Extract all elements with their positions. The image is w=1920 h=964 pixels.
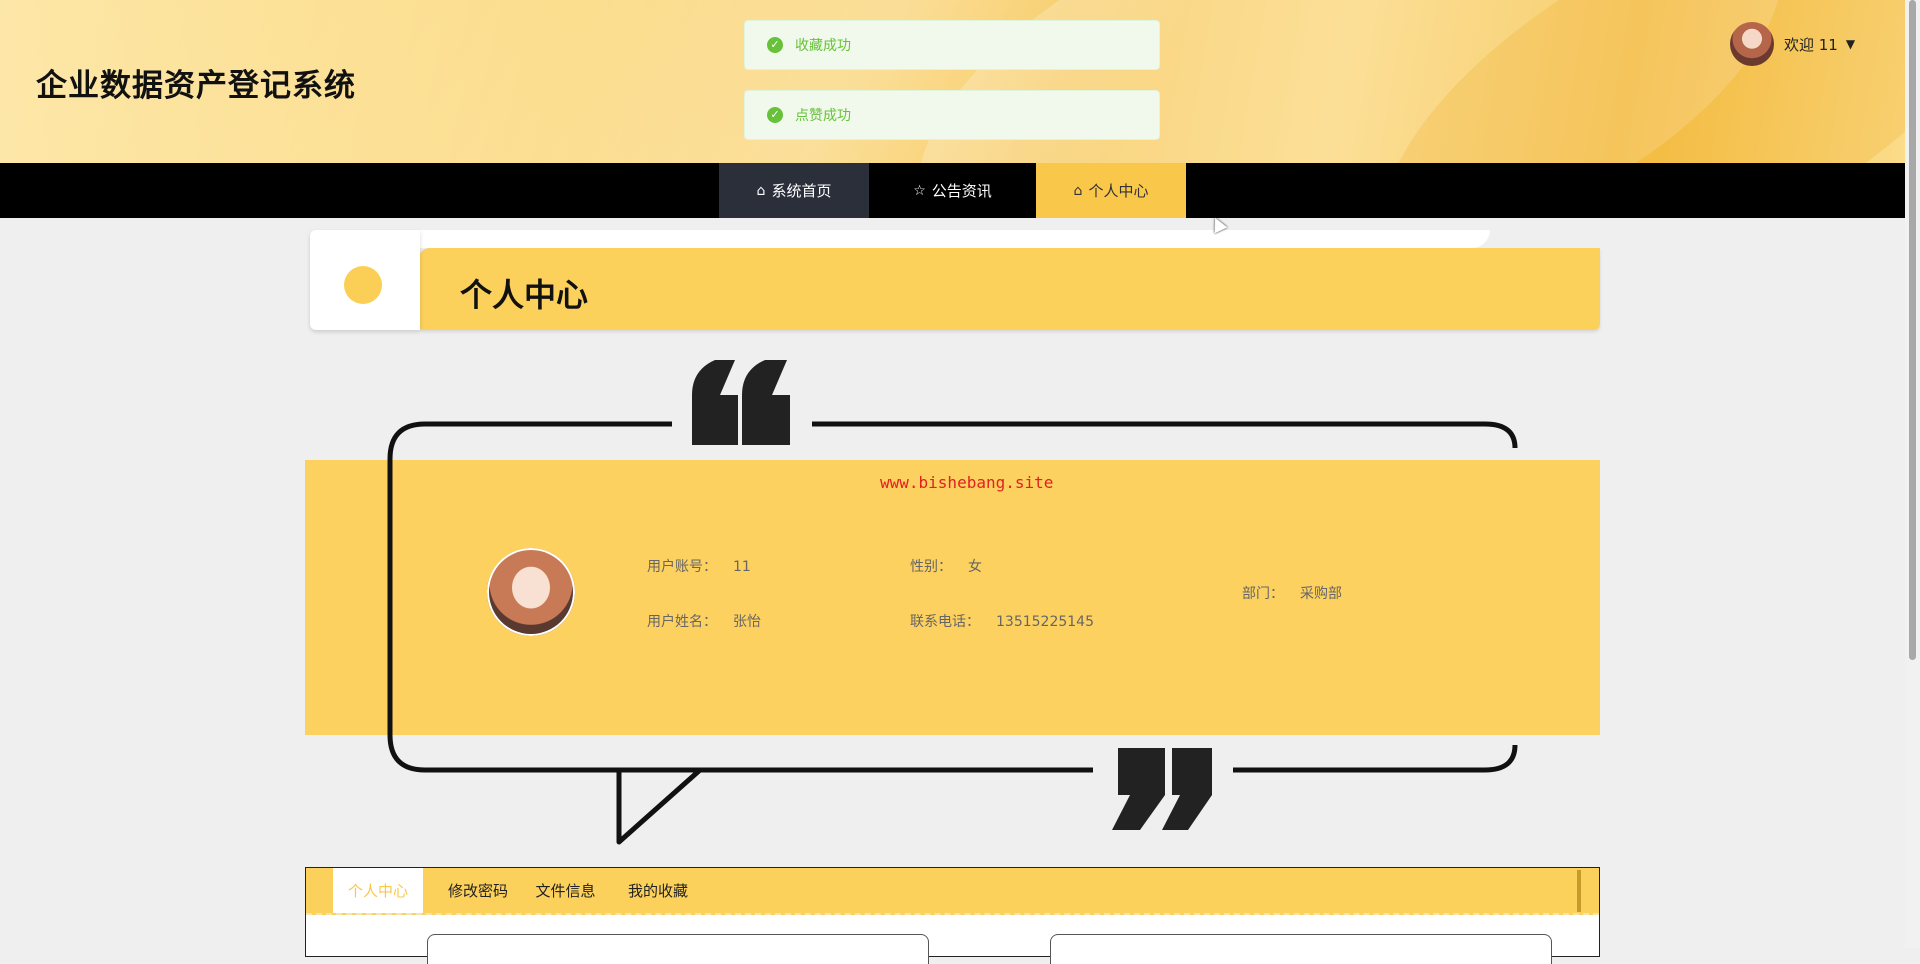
- department-field: 部门： 采购部: [1242, 583, 1342, 603]
- profile-avatar: [487, 548, 575, 636]
- tab-panel-card: [1050, 934, 1552, 964]
- star-icon: ☆: [913, 182, 926, 199]
- nav-item-label[interactable]: 系统首页: [771, 180, 831, 201]
- site-header: 企业数据资产登记系统 ✓ 收藏成功 ✓ 点赞成功 欢迎 11 ▼: [0, 0, 1905, 163]
- success-toast: ✓ 收藏成功: [744, 20, 1160, 70]
- title-card-tab: [310, 230, 420, 330]
- nav-item-home[interactable]: ⌂ 系统首页: [719, 163, 869, 218]
- home-icon: ⌂: [756, 182, 766, 199]
- tab-bar-endcap: [1577, 870, 1581, 912]
- user-menu[interactable]: 欢迎 11 ▼: [1730, 22, 1855, 66]
- nav-item-notice[interactable]: ☆ 公告资讯: [869, 163, 1036, 218]
- field-label: 用户姓名：: [647, 614, 717, 630]
- field-label: 性别：: [910, 559, 952, 575]
- page-title-card: 个人中心: [310, 230, 1600, 330]
- field-value: 13515225145: [996, 614, 1094, 630]
- avatar[interactable]: [1730, 22, 1774, 66]
- field-value: 11: [733, 559, 751, 575]
- user-greeting[interactable]: 欢迎 11: [1784, 34, 1838, 55]
- field-label: 部门：: [1242, 586, 1284, 602]
- title-card-decoration: [410, 230, 1490, 248]
- check-circle-icon: ✓: [767, 107, 783, 123]
- scrollbar-thumb[interactable]: [1909, 0, 1916, 660]
- profile-tabs: 个人中心 修改密码 文件信息 我的收藏: [305, 867, 1600, 964]
- main-nav: ⌂ 系统首页 ☆ 公告资讯 ⌂ 个人中心: [0, 163, 1905, 218]
- tab-change-password[interactable]: 修改密码: [433, 868, 523, 913]
- tab-panel-card: [427, 934, 929, 964]
- nav-item-label[interactable]: 公告资讯: [932, 180, 992, 201]
- field-label: 联系电话：: [910, 614, 980, 630]
- field-value: 张怡: [733, 614, 761, 630]
- open-quote-icon: [692, 360, 790, 445]
- nav-item-personal-center[interactable]: ⌂ 个人中心: [1036, 163, 1186, 218]
- field-value: 采购部: [1300, 586, 1342, 602]
- home-icon: ⌂: [1073, 182, 1083, 199]
- phone-field: 联系电话： 13515225145: [910, 611, 1094, 631]
- nav-item-label[interactable]: 个人中心: [1088, 180, 1148, 201]
- title-card-bar: [418, 248, 1600, 330]
- circle-dot-icon: [344, 266, 382, 304]
- page-scrollbar[interactable]: [1905, 0, 1920, 948]
- success-toast: ✓ 点赞成功: [744, 90, 1160, 140]
- account-field: 用户账号： 11: [647, 556, 751, 576]
- watermark-text: www.bishebang.site: [880, 473, 1054, 492]
- toast-text: 点赞成功: [795, 108, 851, 124]
- name-field: 用户姓名： 张怡: [647, 611, 761, 631]
- site-title: 企业数据资产登记系统: [36, 68, 356, 104]
- check-circle-icon: ✓: [767, 37, 783, 53]
- tab-file-info[interactable]: 文件信息: [523, 868, 608, 913]
- tab-personal-center[interactable]: 个人中心: [333, 868, 423, 913]
- toast-text: 收藏成功: [795, 38, 851, 54]
- tab-bar: 个人中心 修改密码 文件信息 我的收藏: [306, 868, 1599, 915]
- tab-my-favorites[interactable]: 我的收藏: [608, 868, 708, 913]
- close-quote-icon: [1112, 748, 1212, 830]
- gender-field: 性别： 女: [910, 556, 982, 576]
- field-value: 女: [968, 559, 982, 575]
- caret-down-icon[interactable]: ▼: [1846, 37, 1855, 51]
- field-label: 用户账号：: [647, 559, 717, 575]
- page-title: 个人中心: [460, 276, 589, 314]
